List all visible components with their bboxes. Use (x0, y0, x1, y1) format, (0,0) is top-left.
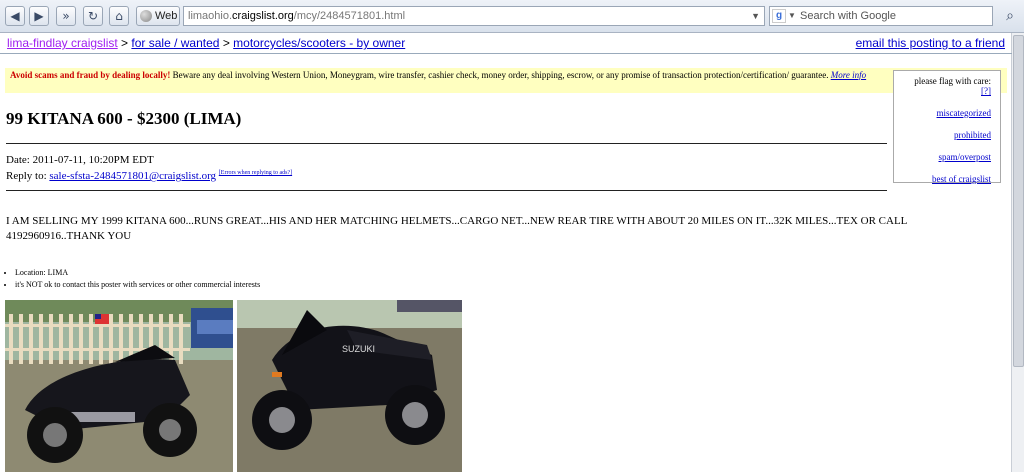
fast-forward-icon[interactable]: » (56, 6, 76, 26)
flag-help-link[interactable]: [?] (981, 86, 991, 96)
search-placeholder: Search with Google (800, 10, 896, 22)
scrollbar-thumb[interactable] (1013, 35, 1024, 367)
attribute-list: Location: LIMA it's NOT ok to contact th… (6, 267, 260, 291)
motorcycle-photo-2[interactable]: SUZUKI (237, 300, 462, 472)
more-info-link[interactable]: More info (831, 70, 866, 80)
divider (6, 190, 887, 191)
web-button[interactable]: Web (136, 6, 180, 26)
reload-icon[interactable]: ↻ (83, 6, 103, 26)
reply-line: Reply to: sale-sfsta-2484571801@craigsli… (6, 170, 292, 182)
back-icon[interactable]: ◀ (5, 6, 25, 26)
browser-toolbar: ◀ ▶ » ↻ ⌂ Web limaohio.craigslist.org/mc… (0, 0, 1024, 33)
flag-header-label: please flag with care: (914, 76, 991, 86)
flag-best-of-link[interactable]: best of craigslist (903, 174, 991, 184)
reply-errors-link[interactable]: [Errors when replying to ads?] (219, 170, 292, 176)
flag-prohibited-link[interactable]: prohibited (903, 130, 991, 140)
reply-label: Reply to: (6, 170, 50, 182)
email-posting-link[interactable]: email this posting to a friend (856, 36, 1005, 50)
web-label: Web (155, 10, 178, 22)
home-icon[interactable]: ⌂ (109, 6, 129, 26)
breadcrumb-category-link[interactable]: for sale / wanted (131, 36, 219, 50)
url-prefix: limaohio. (188, 10, 233, 22)
divider (6, 143, 887, 144)
list-item: Location: LIMA (15, 267, 260, 279)
search-input[interactable]: g ▼ Search with Google (769, 6, 993, 26)
breadcrumb-separator: > (222, 36, 230, 50)
scam-warning: Avoid scams and fraud by dealing locally… (5, 68, 1007, 93)
address-bar[interactable]: limaohio.craigslist.org/mcy/2484571801.h… (183, 6, 765, 26)
breadcrumb-subcategory-link[interactable]: motorcycles/scooters - by owner (233, 36, 405, 50)
page-title: 99 KITANA 600 - $2300 (LIMA) (6, 109, 242, 128)
breadcrumb-separator: > (121, 36, 129, 50)
breadcrumb-home-link[interactable]: lima-findlay craigslist (7, 36, 118, 50)
url-path: /mcy/2484571801.html (293, 10, 406, 22)
scrollbar[interactable] (1011, 33, 1024, 472)
scam-warning-text: Beware any deal involving Western Union,… (170, 70, 829, 80)
list-item: it's NOT ok to contact this poster with … (15, 279, 260, 291)
flag-miscategorized-link[interactable]: miscategorized (903, 108, 991, 118)
page-content: lima-findlay craigslist > for sale / wan… (0, 33, 1012, 472)
flag-box: please flag with care: [?] miscategorize… (893, 70, 1001, 184)
url-domain: craigslist.org (232, 10, 294, 22)
scam-warning-headline: Avoid scams and fraud by dealing locally… (10, 70, 171, 80)
flag-spam-link[interactable]: spam/overpost (903, 152, 992, 162)
header-bar: lima-findlay craigslist > for sale / wan… (0, 33, 1012, 54)
flag-header: please flag with care: [?] (903, 76, 991, 96)
google-icon[interactable]: g (772, 9, 786, 23)
reply-email-link[interactable]: sale-sfsta-2484571801@craigslist.org (49, 170, 216, 182)
motorcycle-photo-1[interactable] (5, 300, 233, 472)
posting-date: Date: 2011-07-11, 10:20PM EDT (6, 154, 154, 166)
chevron-down-icon[interactable]: ▼ (751, 7, 760, 25)
breadcrumb: lima-findlay craigslist > for sale / wan… (7, 36, 405, 50)
globe-icon (140, 10, 152, 22)
search-icon[interactable]: ⌕ (1000, 6, 1020, 26)
chevron-down-icon[interactable]: ▼ (788, 7, 796, 25)
posting-body: I AM SELLING MY 1999 KITANA 600...RUNS G… (6, 215, 907, 242)
suzuki-logo: SUZUKI (342, 344, 375, 354)
forward-icon[interactable]: ▶ (29, 6, 49, 26)
